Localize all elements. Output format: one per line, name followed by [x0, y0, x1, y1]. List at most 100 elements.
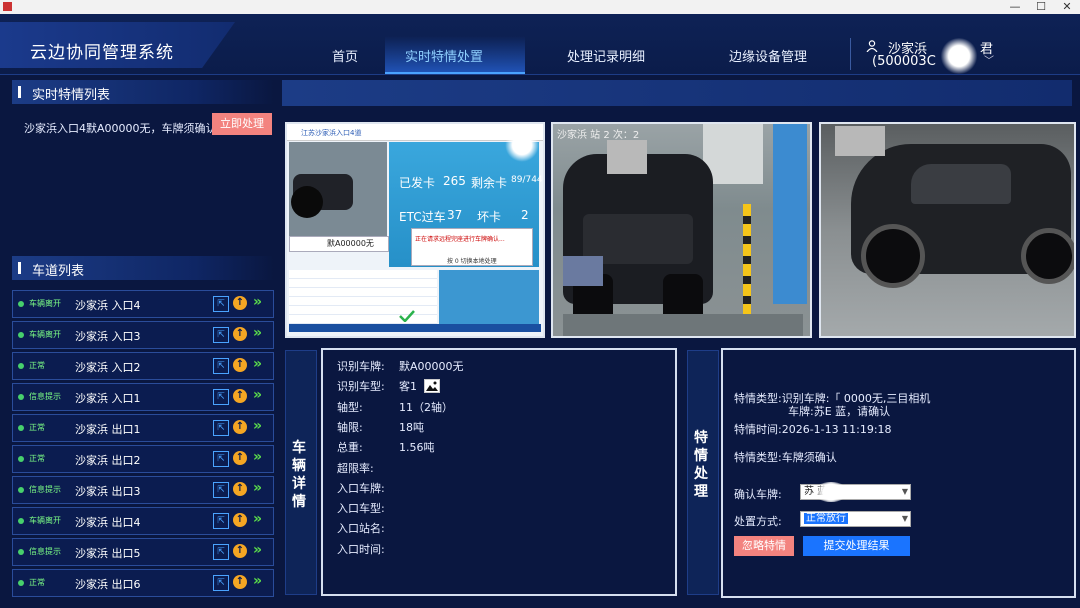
lane-list-title: 车道列表 [32, 264, 85, 279]
double-chevron-right-icon[interactable]: » [253, 542, 262, 558]
lane-status: 信息提示 [29, 392, 61, 401]
submit-button[interactable]: 提交处理结果 [803, 536, 910, 556]
redaction-blur [607, 140, 647, 174]
lane-name: 沙家浜 出口5 [75, 547, 141, 560]
status-dot [18, 580, 24, 586]
upload-icon[interactable]: ↑ [233, 575, 247, 589]
handle-now-button[interactable]: 立即处理 [212, 113, 272, 135]
etc-label: ETC过车 [399, 210, 446, 224]
lane-row[interactable]: 车辆离开 沙家浜 入口3 ⇱ ↑ » [12, 321, 274, 349]
lane-row[interactable]: 信息提示 沙家浜 入口1 ⇱ ↑ » [12, 383, 274, 411]
ignore-button[interactable]: 忽略特情 [734, 536, 794, 556]
nav-records[interactable]: 处理记录明细 [567, 46, 645, 65]
minimize-button[interactable]: — [1004, 0, 1026, 14]
nav-edge-devices[interactable]: 边缘设备管理 [729, 46, 807, 65]
double-chevron-right-icon[interactable]: » [253, 573, 262, 589]
redaction-blur [563, 256, 603, 286]
lane-name: 沙家浜 出口1 [75, 423, 141, 436]
realtime-alert-item[interactable]: 沙家浜入口4默A00000无，车牌须确认 [24, 120, 217, 136]
bad-label: 坏卡 [477, 210, 502, 224]
lane-row[interactable]: 车辆离开 沙家浜 出口4 ⇱ ↑ » [12, 507, 274, 535]
cursor-icon[interactable]: ⇱ [213, 296, 229, 312]
upload-icon[interactable]: ↑ [233, 451, 247, 465]
chevron-down-icon: ▼ [901, 514, 908, 523]
remain-label: 剩余卡 [471, 176, 508, 190]
double-chevron-right-icon[interactable]: » [253, 294, 262, 310]
chevron-down-icon[interactable]: ﹀ [984, 52, 994, 67]
lane-status: 车辆离开 [29, 330, 61, 339]
upload-icon[interactable]: ↑ [233, 358, 247, 372]
lane-sub-message: 按 0 切换本地处理 [447, 258, 497, 265]
double-chevron-right-icon[interactable]: » [253, 480, 262, 496]
detail-field-label: 入口车牌: [337, 481, 385, 495]
lane-name: 沙家浜 入口2 [75, 361, 141, 374]
cursor-icon[interactable]: ⇱ [213, 420, 229, 436]
lane-status: 信息提示 [29, 485, 61, 494]
upload-icon[interactable]: ↑ [233, 327, 247, 341]
nav-home[interactable]: 首页 [332, 46, 358, 65]
handle-method-select[interactable]: 正常放行 ▼ [800, 511, 911, 527]
double-chevron-right-icon[interactable]: » [253, 449, 262, 465]
cursor-icon[interactable]: ⇱ [213, 513, 229, 529]
lane-row[interactable]: 正常 沙家浜 入口2 ⇱ ↑ » [12, 352, 274, 380]
double-chevron-right-icon[interactable]: » [253, 387, 262, 403]
remain-count: 89/744 [511, 175, 543, 185]
double-chevron-right-icon[interactable]: » [253, 418, 262, 434]
lane-status: 正常 [29, 578, 45, 587]
redaction-blur [835, 126, 885, 156]
cursor-icon[interactable]: ⇱ [213, 575, 229, 591]
upload-icon[interactable]: ↑ [233, 296, 247, 310]
detail-label-char: 辆 [292, 458, 306, 474]
lane-message: 正在请求远程完座进行车牌确认... [415, 236, 505, 243]
lane-status: 车辆离开 [29, 299, 61, 308]
lane-name: 沙家浜 出口2 [75, 454, 141, 467]
handle-label-char: 情 [694, 448, 708, 464]
lane-row[interactable]: 正常 沙家浜 出口6 ⇱ ↑ » [12, 569, 274, 597]
chevron-down-icon: ▼ [901, 487, 908, 496]
lane-row[interactable]: 车辆离开 沙家浜 入口4 ⇱ ↑ » [12, 290, 274, 318]
check-icon [399, 310, 415, 322]
upload-icon[interactable]: ↑ [233, 513, 247, 527]
app-title: 云边协同管理系统 [30, 43, 174, 63]
cursor-icon[interactable]: ⇱ [213, 482, 229, 498]
cursor-icon[interactable]: ⇱ [213, 544, 229, 560]
bad-count: 2 [521, 208, 529, 222]
detail-field-label: 入口站名: [337, 522, 385, 536]
upload-icon[interactable]: ↑ [233, 482, 247, 496]
user-id: (500003C [872, 54, 936, 69]
detail-field-label: 总重: [337, 441, 363, 455]
realtime-list-header: 实时特情列表 [12, 80, 274, 104]
redaction-blur [940, 38, 978, 74]
lane-list-header: 车道列表 [12, 256, 274, 280]
special-handling-panel [721, 348, 1076, 598]
close-button[interactable]: ✕ [1056, 0, 1078, 14]
detail-field-label: 识别车型: [337, 380, 385, 394]
lane-row[interactable]: 正常 沙家浜 出口2 ⇱ ↑ » [12, 445, 274, 473]
status-dot [18, 363, 24, 369]
cursor-icon[interactable]: ⇱ [213, 358, 229, 374]
lane-row[interactable]: 信息提示 沙家浜 出口5 ⇱ ↑ » [12, 538, 274, 566]
handle-method-value: 正常放行 [804, 513, 848, 524]
lane-row[interactable]: 信息提示 沙家浜 出口3 ⇱ ↑ » [12, 476, 274, 504]
lane-status: 正常 [29, 423, 45, 432]
upload-icon[interactable]: ↑ [233, 544, 247, 558]
cursor-icon[interactable]: ⇱ [213, 389, 229, 405]
detail-field-value: 18吨 [399, 420, 424, 434]
cursor-icon[interactable]: ⇱ [213, 327, 229, 343]
lane-screen-title: 江苏沙家浜入口4道 [301, 129, 362, 137]
image-icon[interactable] [424, 379, 440, 393]
lane-status: 车辆离开 [29, 516, 61, 525]
double-chevron-right-icon[interactable]: » [253, 356, 262, 372]
status-dot [18, 518, 24, 524]
nav-realtime[interactable]: 实时特情处置 [405, 46, 483, 65]
handle-label-char: 理 [694, 484, 708, 500]
cursor-icon[interactable]: ⇱ [213, 451, 229, 467]
maximize-button[interactable]: ☐ [1030, 0, 1052, 14]
upload-icon[interactable]: ↑ [233, 420, 247, 434]
lane-row[interactable]: 正常 沙家浜 出口1 ⇱ ↑ » [12, 414, 274, 442]
upload-icon[interactable]: ↑ [233, 389, 247, 403]
user-icon [866, 40, 878, 52]
double-chevron-right-icon[interactable]: » [253, 511, 262, 527]
detail-field-label: 入口车型: [337, 502, 385, 516]
double-chevron-right-icon[interactable]: » [253, 325, 262, 341]
